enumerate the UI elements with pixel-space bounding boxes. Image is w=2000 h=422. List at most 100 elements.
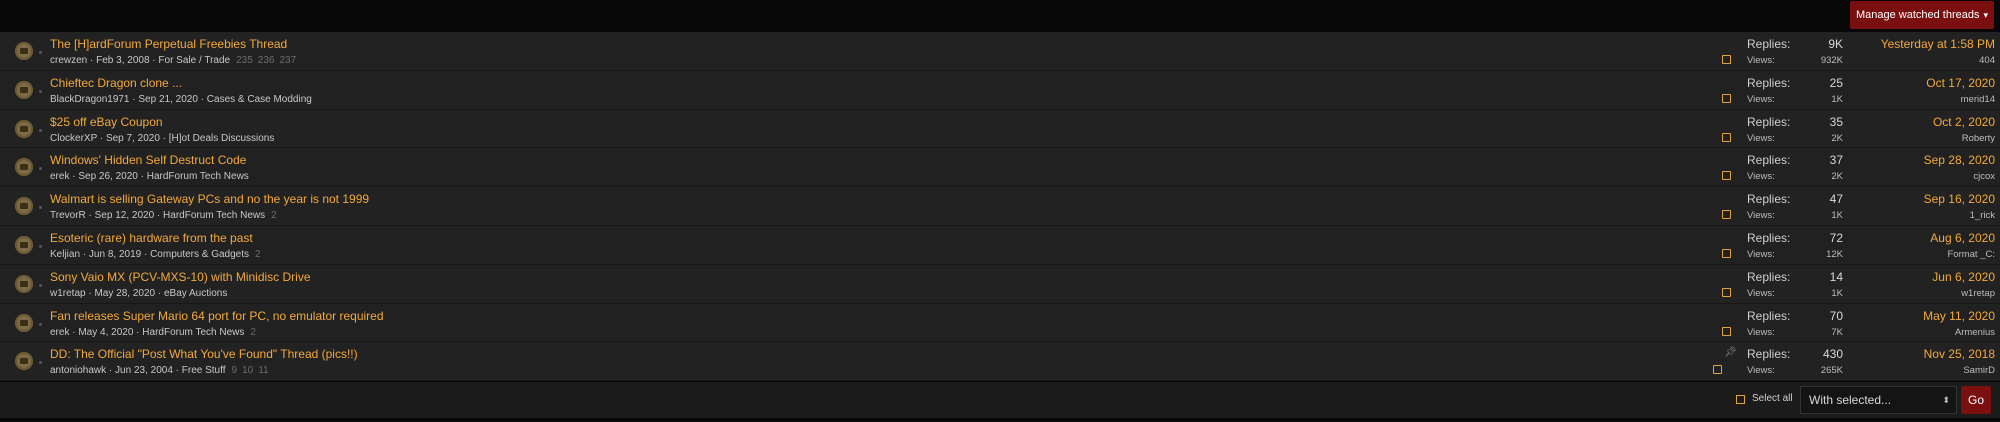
thread-forum[interactable]: eBay Auctions (164, 288, 227, 299)
views-count: 932K (1820, 55, 1843, 66)
page-link[interactable]: 2 (255, 249, 261, 260)
thread-start-date[interactable]: Sep 26, 2020 (78, 171, 138, 182)
thread-forum[interactable]: [H]ot Deals Discussions (169, 133, 275, 144)
thread-title-link[interactable]: Chieftec Dragon clone ... (50, 76, 182, 90)
thread-forum[interactable]: Free Stuff (182, 365, 226, 376)
with-selected-dropdown[interactable]: With selected... ⬍ (1800, 386, 1957, 414)
thread-select-checkbox[interactable] (1722, 210, 1731, 220)
thread-start-date[interactable]: Sep 12, 2020 (95, 210, 155, 221)
thread-start-date[interactable]: May 28, 2020 (94, 288, 155, 299)
thread-start-date[interactable]: Sep 7, 2020 (106, 133, 160, 144)
thread-author[interactable]: BlackDragon1971 (50, 94, 130, 105)
thread-select-checkbox[interactable] (1722, 132, 1731, 142)
thread-avatar-icon[interactable] (15, 235, 33, 254)
thread-start-date[interactable]: Jun 8, 2019 (89, 249, 141, 260)
last-post-date[interactable]: Sep 28, 2020 (1924, 153, 1995, 167)
thread-select-checkbox[interactable] (1722, 55, 1731, 64)
thread-select-checkbox[interactable] (1722, 171, 1731, 181)
thread-title-link[interactable]: Fan releases Super Mario 64 port for PC,… (50, 309, 384, 323)
thread-avatar-icon[interactable] (15, 313, 33, 332)
thread-author[interactable]: erek (50, 327, 69, 338)
thread-title-link[interactable]: $25 off eBay Coupon (50, 115, 163, 129)
separator: · (69, 171, 79, 183)
thread-select-checkbox[interactable] (1713, 365, 1722, 375)
last-post-user[interactable]: w1retap (1932, 288, 1995, 299)
last-post-date[interactable]: Oct 2, 2020 (1933, 115, 1995, 129)
thread-author[interactable]: w1retap (50, 288, 86, 299)
select-all-checkbox[interactable] (1736, 395, 1745, 404)
thread-start-date[interactable]: Jun 23, 2004 (115, 365, 173, 376)
manage-watched-threads-button[interactable]: Manage watched threads ▾ (1850, 1, 1994, 29)
views-label: Views: (1747, 326, 1775, 338)
thread-select-checkbox[interactable] (1722, 326, 1731, 336)
thread-select-checkbox[interactable] (1722, 248, 1731, 258)
thread-title-link[interactable]: DD: The Official "Post What You've Found… (50, 347, 358, 361)
thread-stats-labels: Replies: Views: (1747, 270, 1790, 299)
page-link[interactable]: 11 (258, 365, 268, 376)
page-link[interactable]: 236 (258, 55, 275, 66)
thread-author[interactable]: antoniohawk (50, 365, 106, 376)
thread-forum[interactable]: Cases & Case Modding (207, 94, 312, 105)
last-post-date[interactable]: Oct 17, 2020 (1926, 76, 1995, 90)
go-button[interactable]: Go (1961, 386, 1991, 414)
thread-author[interactable]: TrevorR (50, 210, 86, 221)
last-post-user[interactable]: Roberty (1933, 133, 1995, 144)
thread-author[interactable]: erek (50, 171, 69, 182)
thread-avatar-icon[interactable] (15, 197, 33, 216)
page-link[interactable]: 2 (271, 210, 277, 221)
thread-forum[interactable]: For Sale / Trade (158, 55, 230, 66)
replies-count: 25 (1829, 75, 1843, 90)
views-count: 1K (1831, 93, 1843, 105)
last-post-date[interactable]: Sep 16, 2020 (1924, 192, 1995, 206)
page-links: 9 10 11 (232, 365, 274, 376)
select-all-label[interactable]: Select all (1752, 393, 1793, 404)
page-link[interactable]: 235 (236, 55, 253, 66)
last-post-user[interactable]: cjcox (1924, 171, 1995, 182)
thread-title-link[interactable]: Windows' Hidden Self Destruct Code (50, 153, 246, 167)
thread-author[interactable]: Keljian (50, 249, 80, 260)
thread-row: DD: The Official "Post What You've Found… (0, 342, 2000, 382)
views-label: Views: (1747, 55, 1775, 66)
last-post-date[interactable]: May 11, 2020 (1923, 309, 1995, 323)
last-post-user[interactable]: Format _C: (1930, 249, 1995, 260)
last-post-user[interactable]: 404 (1881, 55, 1995, 66)
thread-meta: ClockerXP · Sep 7, 2020 · [H]ot Deals Di… (50, 133, 274, 144)
last-post-user[interactable]: Armenius (1923, 327, 1995, 338)
last-post-user[interactable]: SamirD (1924, 365, 1995, 376)
last-post-user[interactable]: merid14 (1926, 94, 1995, 105)
thread-start-date[interactable]: Sep 21, 2020 (138, 94, 198, 105)
thread-forum[interactable]: HardForum Tech News (142, 327, 244, 338)
thread-avatar-icon[interactable] (15, 352, 33, 371)
thread-avatar-icon[interactable] (15, 274, 33, 293)
thread-start-date[interactable]: Feb 3, 2008 (96, 55, 149, 66)
thread-forum[interactable]: HardForum Tech News (147, 171, 249, 182)
thread-forum[interactable]: HardForum Tech News (163, 210, 265, 221)
thread-author[interactable]: ClockerXP (50, 133, 97, 144)
thread-select-checkbox[interactable] (1722, 287, 1731, 297)
thread-title-link[interactable]: Esoteric (rare) hardware from the past (50, 231, 253, 245)
last-post-date[interactable]: Yesterday at 1:58 PM (1881, 37, 1995, 51)
thread-stats-labels: Replies: Views: (1747, 76, 1790, 105)
last-post-user[interactable]: 1_rick (1924, 210, 1995, 221)
thread-avatar-icon[interactable] (15, 80, 33, 99)
views-label: Views: (1747, 287, 1775, 299)
thread-title-link[interactable]: Sony Vaio MX (PCV-MXS-10) with Minidisc … (50, 270, 311, 284)
page-link[interactable]: 10 (242, 365, 253, 376)
thread-author[interactable]: crewzen (50, 55, 87, 66)
page-link[interactable]: 2 (250, 327, 256, 338)
thread-forum[interactable]: Computers & Gadgets (150, 249, 249, 260)
last-post-date[interactable]: Jun 6, 2020 (1932, 270, 1995, 284)
last-post: Oct 17, 2020 merid14 (1926, 76, 1995, 105)
thread-title-link[interactable]: The [H]ardForum Perpetual Freebies Threa… (50, 37, 287, 51)
last-post-date[interactable]: Nov 25, 2018 (1924, 347, 1995, 361)
page-link[interactable]: 9 (232, 365, 238, 376)
status-dot-icon (39, 283, 42, 287)
last-post-date[interactable]: Aug 6, 2020 (1930, 231, 1995, 245)
thread-start-date[interactable]: May 4, 2020 (78, 327, 133, 338)
thread-avatar-icon[interactable] (15, 158, 33, 177)
thread-title-link[interactable]: Walmart is selling Gateway PCs and no th… (50, 192, 369, 206)
page-link[interactable]: 237 (279, 55, 296, 66)
thread-avatar-icon[interactable] (15, 42, 33, 60)
thread-select-checkbox[interactable] (1722, 93, 1731, 103)
thread-avatar-icon[interactable] (15, 119, 33, 138)
